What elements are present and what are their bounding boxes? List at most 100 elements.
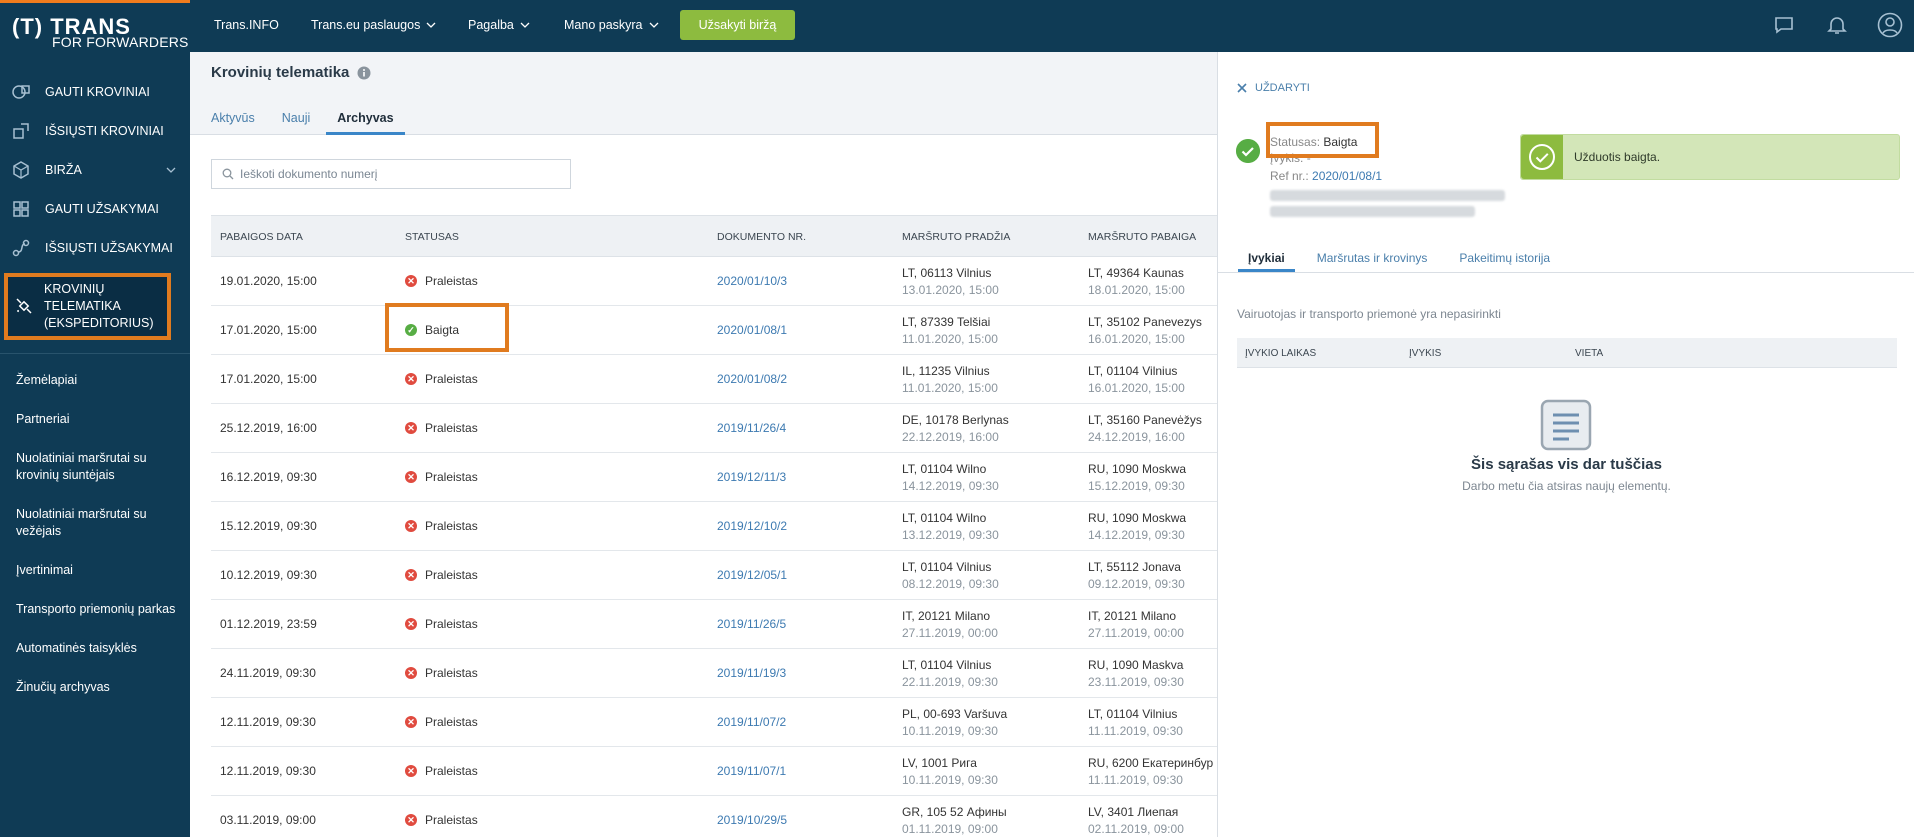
document-link[interactable]: 2020/01/08/2 bbox=[717, 372, 787, 386]
column-header[interactable]: MARŠRUTO PRADŽIA bbox=[902, 231, 1010, 243]
tab-archive[interactable]: Archyvas bbox=[326, 102, 405, 135]
table-row[interactable]: 16.12.2019, 09:30 ✕ Praleistas 2019/12/11/3… bbox=[211, 453, 1217, 502]
document-link[interactable]: 2019/12/11/3 bbox=[717, 470, 786, 484]
route-end-cell: RU, 1090 Moskwa 15.12.2019, 09:30 bbox=[1088, 461, 1186, 495]
ref-link[interactable]: 2020/01/08/1 bbox=[1312, 169, 1382, 183]
top-link-services[interactable]: Trans.eu paslaugos bbox=[311, 18, 436, 32]
sidebar-item-received-cargo[interactable]: GAUTI KROVINIAI bbox=[0, 72, 190, 111]
route-start-time: 22.11.2019, 09:30 bbox=[902, 675, 998, 689]
sidebar-item-routes-shippers[interactable]: Nuolatiniai maršrutai su krovinių siuntė… bbox=[0, 450, 150, 484]
sidebar-item-label: GAUTI KROVINIAI bbox=[45, 84, 150, 99]
logo[interactable]: (T) TRANS FOR FORWARDERS bbox=[12, 14, 188, 54]
sidebar-divider bbox=[0, 353, 190, 354]
route-start-cell: LT, 06113 Vilnius 13.01.2020, 15:00 bbox=[902, 265, 999, 299]
table-row[interactable]: 17.01.2020, 15:00 ✓ Baigta 2020/01/08/1 LT, … bbox=[211, 306, 1217, 355]
info-icon[interactable] bbox=[357, 66, 371, 80]
sidebar-item-exchange[interactable]: BIRŽA bbox=[0, 150, 190, 189]
satellite-icon bbox=[16, 298, 32, 314]
route-start-cell: IL, 11235 Vilnius 11.01.2020, 15:00 bbox=[902, 363, 998, 397]
route-end-time: 24.12.2019, 16:00 bbox=[1088, 430, 1185, 444]
search-input[interactable] bbox=[240, 167, 540, 181]
route-start-cell: LT, 01104 Vilnius 08.12.2019, 09:30 bbox=[902, 559, 999, 593]
route-end-place: LT, 35160 Panevėžys bbox=[1088, 413, 1202, 427]
route-start-time: 10.11.2019, 09:30 bbox=[902, 773, 998, 787]
column-header[interactable]: MARŠRUTO PABAIGA bbox=[1088, 231, 1196, 243]
table-row[interactable]: 25.12.2019, 16:00 ✕ Praleistas 2019/11/26/4… bbox=[211, 404, 1217, 453]
top-link-account[interactable]: Mano paskyra bbox=[564, 18, 659, 32]
status-cell: ✕ Praleistas bbox=[405, 519, 478, 533]
document-link[interactable]: 2019/11/26/4 bbox=[717, 421, 786, 435]
sidebar-item-routes-carriers[interactable]: Nuolatiniai maršrutai su vežėjais bbox=[0, 506, 150, 540]
top-link-label: Trans.eu paslaugos bbox=[311, 18, 421, 32]
route-start-place: IL, 11235 Vilnius bbox=[902, 364, 990, 378]
column-header[interactable]: VIETA bbox=[1575, 348, 1603, 359]
toast-message: Užduotis baigta. bbox=[1574, 150, 1661, 164]
sidebar-item-ratings[interactable]: Įvertinimai bbox=[0, 562, 190, 579]
sidebar-item-fleet[interactable]: Transporto priemonių parkas bbox=[0, 601, 190, 618]
table-row[interactable]: 03.11.2019, 09:00 ✕ Praleistas 2019/10/29/5… bbox=[211, 796, 1217, 837]
route-end-time: 27.11.2019, 00:00 bbox=[1088, 626, 1184, 640]
sidebar-item-label: IŠSIŲSTI KROVINIAI bbox=[45, 123, 164, 138]
sidebar-item-sent-orders[interactable]: IŠSIŲSTI UŽSAKYMAI bbox=[0, 228, 190, 267]
column-header[interactable]: STATUSAS bbox=[405, 231, 459, 243]
top-link-label: Mano paskyra bbox=[564, 18, 643, 32]
top-link-transinfo[interactable]: Trans.INFO bbox=[214, 18, 279, 32]
sidebar-item-message-archive[interactable]: Žinučių archyvas bbox=[0, 679, 190, 696]
cross-circle-icon: ✕ bbox=[405, 814, 417, 826]
bell-icon[interactable] bbox=[1825, 13, 1849, 37]
column-header[interactable]: PABAIGOS DATA bbox=[220, 231, 303, 243]
route-end-place: LT, 01104 Vilnius bbox=[1088, 707, 1178, 721]
status-label: Praleistas bbox=[425, 470, 478, 484]
document-link[interactable]: 2020/01/08/1 bbox=[717, 323, 787, 337]
route-end-cell: LT, 01104 Vilnius 11.11.2019, 09:30 bbox=[1088, 706, 1183, 740]
cross-circle-icon: ✕ bbox=[405, 765, 417, 777]
route-start-cell: LT, 87339 Telšiai 11.01.2020, 15:00 bbox=[902, 314, 998, 348]
route-start-place: LT, 01104 Wilno bbox=[902, 462, 987, 476]
document-link[interactable]: 2020/01/10/3 bbox=[717, 274, 787, 288]
order-exchange-button[interactable]: Užsakyti biržą bbox=[680, 10, 795, 40]
table-row[interactable]: 10.12.2019, 09:30 ✕ Praleistas 2019/12/05/1… bbox=[211, 551, 1217, 600]
document-link[interactable]: 2019/11/07/2 bbox=[717, 715, 786, 729]
route-start-place: PL, 00-693 Varšuva bbox=[902, 707, 1008, 721]
sidebar-item-cargo-telematics[interactable]: KROVINIŲ TELEMATIKA (EKSPEDITORIUS) bbox=[4, 273, 171, 340]
document-link[interactable]: 2019/12/10/2 bbox=[717, 519, 787, 533]
route-end-place: RU, 6200 Екатеринбур bbox=[1088, 756, 1214, 770]
sidebar-item-partners[interactable]: Partneriai bbox=[0, 411, 190, 428]
route-start-time: 01.11.2019, 09:00 bbox=[902, 822, 998, 836]
table-row[interactable]: 01.12.2019, 23:59 ✕ Praleistas 2019/11/26/5… bbox=[211, 600, 1217, 649]
tab-change-history[interactable]: Pakeitimų istorija bbox=[1449, 246, 1560, 272]
tab-active[interactable]: Aktyvūs bbox=[200, 102, 266, 135]
top-link-help[interactable]: Pagalba bbox=[468, 18, 530, 32]
close-button[interactable]: UŽDARYTI bbox=[1237, 82, 1310, 94]
route-start-time: 27.11.2019, 00:00 bbox=[902, 626, 998, 640]
tab-new[interactable]: Nauji bbox=[271, 102, 322, 135]
column-header[interactable]: DOKUMENTO NR. bbox=[717, 231, 806, 243]
table-row[interactable]: 24.11.2019, 09:30 ✕ Praleistas 2019/11/19/3… bbox=[211, 649, 1217, 698]
sidebar-item-received-orders[interactable]: GAUTI UŽSAKYMAI bbox=[0, 189, 190, 228]
table-row[interactable]: 12.11.2019, 09:30 ✕ Praleistas 2019/11/07/2… bbox=[211, 698, 1217, 747]
tab-events[interactable]: Įvykiai bbox=[1238, 246, 1295, 272]
route-end-cell: LT, 35160 Panevėžys 24.12.2019, 16:00 bbox=[1088, 412, 1202, 446]
table-row[interactable]: 17.01.2020, 15:00 ✕ Praleistas 2020/01/08/2… bbox=[211, 355, 1217, 404]
sidebar-item-sent-cargo[interactable]: IŠSIŲSTI KROVINIAI bbox=[0, 111, 190, 150]
table-row[interactable]: 12.11.2019, 09:30 ✕ Praleistas 2019/11/07/1… bbox=[211, 747, 1217, 796]
user-icon[interactable] bbox=[1877, 12, 1903, 38]
tab-route-cargo[interactable]: Maršrutas ir krovinys bbox=[1307, 246, 1438, 272]
document-link[interactable]: 2019/10/29/5 bbox=[717, 813, 787, 827]
column-header[interactable]: ĮVYKIO LAIKAS bbox=[1245, 348, 1316, 359]
route-end-place: RU, 1090 Moskwa bbox=[1088, 511, 1187, 525]
empty-state-title: Šis sąrašas vis dar tuščias bbox=[1471, 456, 1662, 473]
table-row[interactable]: 15.12.2019, 09:30 ✕ Praleistas 2019/12/10/2… bbox=[211, 502, 1217, 551]
sidebar-item-maps[interactable]: Žemėlapiai bbox=[0, 372, 190, 389]
route-start-time: 13.12.2019, 09:30 bbox=[902, 528, 999, 542]
table-row[interactable]: 19.01.2020, 15:00 ✕ Praleistas 2020/01/10/3… bbox=[211, 257, 1217, 306]
document-link[interactable]: 2019/11/19/3 bbox=[717, 666, 786, 680]
end-date-cell: 25.12.2019, 16:00 bbox=[220, 421, 317, 435]
status-label: Praleistas bbox=[425, 421, 478, 435]
document-link[interactable]: 2019/11/07/1 bbox=[717, 764, 786, 778]
column-header[interactable]: ĮVYKIS bbox=[1409, 348, 1441, 359]
document-link[interactable]: 2019/12/05/1 bbox=[717, 568, 787, 582]
chat-icon[interactable] bbox=[1772, 13, 1796, 37]
sidebar-item-auto-rules[interactable]: Automatinės taisyklės bbox=[0, 640, 190, 657]
document-link[interactable]: 2019/11/26/5 bbox=[717, 617, 786, 631]
